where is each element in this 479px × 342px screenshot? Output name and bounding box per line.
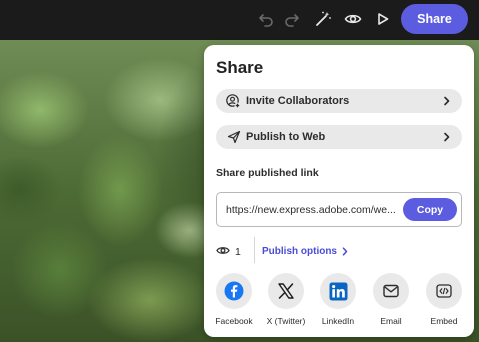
share-facebook-button[interactable]: Facebook <box>214 273 254 326</box>
publish-options-label: Publish options <box>262 246 337 257</box>
embed-icon[interactable] <box>426 273 462 309</box>
share-button[interactable]: Share <box>401 4 468 34</box>
chevron-right-icon <box>442 132 452 142</box>
view-count: 1 <box>216 243 241 261</box>
publish-to-web-label: Publish to Web <box>246 131 326 143</box>
published-link-value[interactable]: https://new.express.adobe.com/we... <box>226 204 403 216</box>
share-email-button[interactable]: Email <box>371 273 411 326</box>
send-icon <box>226 130 241 145</box>
play-icon[interactable] <box>373 9 393 29</box>
invite-collaborators-button[interactable]: Invite Collaborators <box>216 89 462 113</box>
eye-icon <box>216 243 230 261</box>
view-count-value: 1 <box>235 246 241 258</box>
published-link-field[interactable]: https://new.express.adobe.com/we... Copy <box>216 192 462 227</box>
publish-to-web-button[interactable]: Publish to Web <box>216 125 462 149</box>
share-embed-button[interactable]: Embed <box>424 273 464 326</box>
top-toolbar: Share <box>0 0 479 40</box>
email-label: Email <box>380 316 402 326</box>
redo-icon[interactable] <box>282 9 302 29</box>
share-published-link-label: Share published link <box>216 167 319 179</box>
add-user-icon <box>226 93 241 109</box>
invite-collaborators-label: Invite Collaborators <box>246 95 350 107</box>
linkedin-label: LinkedIn <box>321 316 355 326</box>
undo-icon[interactable] <box>256 9 276 29</box>
chevron-right-icon <box>342 247 348 256</box>
magic-wand-icon[interactable] <box>313 9 333 29</box>
publish-options-link[interactable]: Publish options <box>262 246 348 257</box>
chevron-right-icon <box>442 96 452 106</box>
x-twitter-label: X (Twitter) <box>266 316 306 326</box>
email-icon[interactable] <box>373 273 409 309</box>
share-linkedin-button[interactable]: LinkedIn <box>318 273 358 326</box>
share-twitter-button[interactable]: X (Twitter) <box>266 273 306 326</box>
facebook-label: Facebook <box>215 316 253 326</box>
copy-button[interactable]: Copy <box>403 198 457 221</box>
x-twitter-icon[interactable] <box>268 273 304 309</box>
panel-title: Share <box>216 58 264 77</box>
embed-label: Embed <box>430 316 458 326</box>
eye-icon[interactable] <box>343 9 363 29</box>
share-panel: Share Invite Collaborators Publish to We… <box>204 45 474 337</box>
facebook-icon[interactable] <box>216 273 252 309</box>
divider <box>254 237 255 263</box>
linkedin-icon[interactable] <box>320 273 356 309</box>
